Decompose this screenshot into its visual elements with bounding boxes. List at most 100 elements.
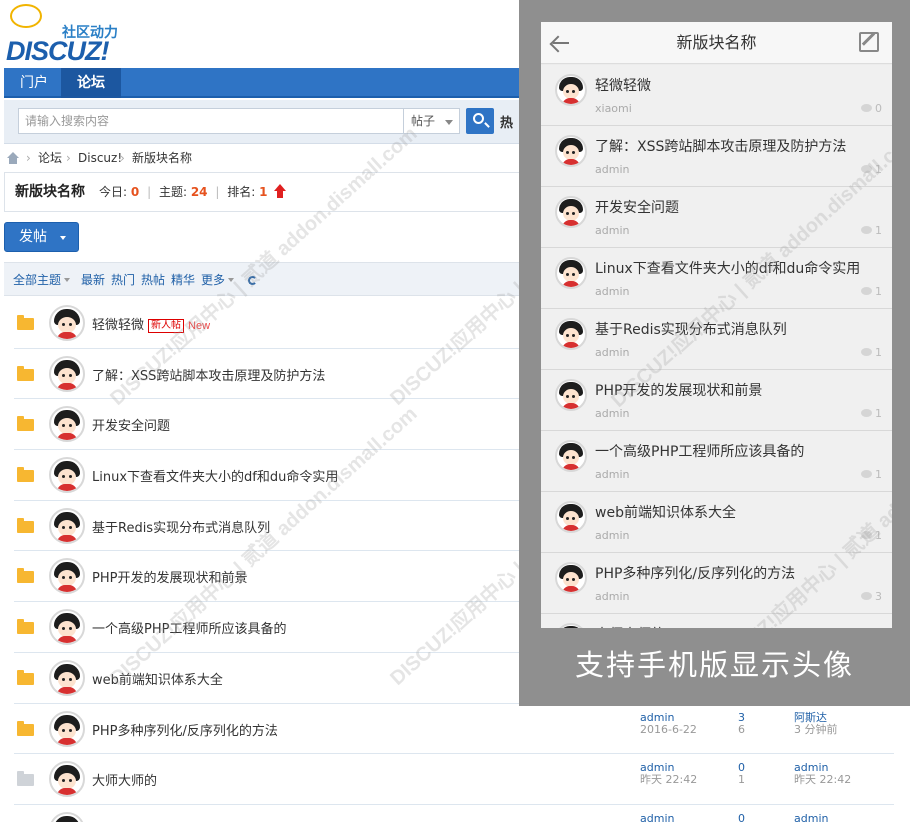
filter-more[interactable]: 更多 <box>201 263 235 297</box>
list-item[interactable]: 开发安全问题 admin 1 <box>541 187 892 248</box>
avatar-shirt <box>562 464 580 470</box>
logo-bubble-icon <box>10 4 42 28</box>
user-avatar[interactable] <box>555 501 587 533</box>
phone-thread-title[interactable]: Linux下查看文件夹大小的df和du命令实用 <box>595 258 860 278</box>
user-avatar[interactable] <box>49 811 85 822</box>
table-row[interactable]: admin 0 admin <box>14 805 894 822</box>
comment-count: 1 <box>861 529 882 542</box>
thread-title[interactable]: 一个高级PHP工程师所应该具备的 <box>92 618 286 637</box>
avatar-eye <box>69 373 72 377</box>
avatar-eye <box>566 456 569 459</box>
thread-title[interactable]: 大师大师的 <box>92 770 157 789</box>
avatar-eye <box>69 677 72 681</box>
author-name[interactable]: admin <box>640 812 674 822</box>
thread-title[interactable]: 了解：XSS跨站脚本攻击原理及防护方法 <box>92 365 325 384</box>
table-row[interactable]: 大师大师的 admin 昨天 22:42 0 1 admin 昨天 22:42 <box>14 754 894 805</box>
edit-icon[interactable] <box>859 32 879 52</box>
thread-last-post: admin 昨天 22:42 <box>794 762 851 786</box>
refresh-icon[interactable] <box>248 276 257 285</box>
comment-count: 1 <box>861 407 882 420</box>
user-avatar[interactable] <box>555 74 587 106</box>
thread-title[interactable]: web前端知识体系大全 <box>92 669 223 688</box>
phone-thread-title[interactable]: 开发安全问题 <box>595 197 679 217</box>
breadcrumb-discuz[interactable]: Discuz! <box>78 148 122 168</box>
thread-title[interactable]: 开发安全问题 <box>92 415 170 434</box>
list-item[interactable]: 轻微轻微 xiaomi 0 <box>541 65 892 126</box>
phone-thread-title[interactable]: PHP开发的发展现状和前景 <box>595 380 762 400</box>
user-avatar[interactable] <box>555 135 587 167</box>
user-avatar[interactable] <box>555 196 587 228</box>
home-icon[interactable] <box>6 152 20 164</box>
thread-title[interactable]: Linux下查看文件夹大小的df和du命令实用 <box>92 466 338 485</box>
avatar-eye <box>62 323 65 326</box>
list-item[interactable]: web前端知识体系大全 admin 1 <box>541 492 892 553</box>
user-avatar[interactable] <box>49 659 85 696</box>
user-avatar[interactable] <box>49 406 85 443</box>
user-avatar[interactable] <box>49 558 85 595</box>
phone-thread-author: admin <box>595 468 630 481</box>
comment-count: 3 <box>861 590 882 603</box>
list-item[interactable]: PHP多种序列化/反序列化的方法 admin 3 <box>541 553 892 614</box>
filter-hot[interactable]: 热门 <box>111 263 135 297</box>
user-avatar[interactable] <box>555 440 587 472</box>
list-item[interactable]: Linux下查看文件夹大小的df和du命令实用 admin 1 <box>541 248 892 309</box>
filter-all-topics[interactable]: 全部主题 <box>13 263 71 297</box>
phone-thread-title[interactable]: 轻微轻微 <box>595 75 651 95</box>
thread-title[interactable]: 基于Redis实现分布式消息队列 <box>92 517 270 536</box>
thread-title[interactable]: PHP开发的发展现状和前景 <box>92 567 247 586</box>
last-post-time: 3 分钟前 <box>794 722 838 736</box>
filter-digest[interactable]: 精华 <box>171 263 195 297</box>
filter-latest[interactable]: 最新 <box>81 263 105 297</box>
user-avatar[interactable] <box>555 318 587 350</box>
comment-count: 1 <box>861 468 882 481</box>
phone-thread-author: admin <box>595 407 630 420</box>
new-post-button[interactable]: 发帖 <box>4 222 79 252</box>
avatar-eye <box>566 517 569 520</box>
avatar-eye <box>69 728 72 732</box>
filter-hot-posts[interactable]: 热帖 <box>141 263 165 297</box>
folder-icon <box>17 669 34 685</box>
nav-portal[interactable]: 门户 <box>4 68 64 98</box>
user-avatar[interactable] <box>49 355 85 392</box>
phone-thread-title[interactable]: 基于Redis实现分布式消息队列 <box>595 319 787 339</box>
user-avatar[interactable] <box>555 257 587 289</box>
thread-title[interactable]: 轻微轻微 新人帖 New <box>92 314 210 333</box>
user-avatar[interactable] <box>49 761 85 798</box>
phone-thread-title[interactable]: 大师大师的 <box>595 624 665 628</box>
phone-thread-title[interactable]: 了解：XSS跨站脚本攻击原理及防护方法 <box>595 136 846 156</box>
search-type-select[interactable]: 帖子 <box>404 108 460 134</box>
back-arrow-icon[interactable] <box>550 34 570 52</box>
search-type-label: 帖子 <box>411 114 436 128</box>
last-post-user[interactable]: admin <box>794 812 828 822</box>
user-avatar[interactable] <box>49 457 85 494</box>
avatar-shirt <box>562 586 580 592</box>
user-avatar[interactable] <box>555 623 587 628</box>
breadcrumb-forum[interactable]: 论坛 <box>38 148 62 168</box>
list-item[interactable]: PHP开发的发展现状和前景 admin 1 <box>541 370 892 431</box>
phone-thread-title[interactable]: 一个高级PHP工程师所应该具备的 <box>595 441 804 461</box>
list-item[interactable]: 大师大师的admin1 <box>541 614 892 628</box>
user-avatar[interactable] <box>49 609 85 646</box>
nav-forum[interactable]: 论坛 <box>61 68 121 98</box>
avatar-shirt <box>57 382 77 390</box>
user-avatar[interactable] <box>555 379 587 411</box>
phone-thread-author: admin <box>595 224 630 237</box>
folder-icon <box>17 467 34 483</box>
list-item[interactable]: 了解：XSS跨站脚本攻击原理及防护方法 admin 1 <box>541 126 892 187</box>
list-item[interactable]: 一个高级PHP工程师所应该具备的 admin 1 <box>541 431 892 492</box>
search-input[interactable]: 请输入搜索内容 <box>18 108 404 134</box>
phone-thread-title[interactable]: web前端知识体系大全 <box>595 502 736 522</box>
list-item[interactable]: 基于Redis实现分布式消息队列 admin 1 <box>541 309 892 370</box>
avatar-eye <box>69 525 72 529</box>
user-avatar[interactable] <box>49 507 85 544</box>
thread-title[interactable]: PHP多种序列化/反序列化的方法 <box>92 720 278 739</box>
user-avatar[interactable] <box>555 562 587 594</box>
discuz-logo[interactable]: 社区动力 DISCUZ! <box>6 4 146 66</box>
search-button[interactable] <box>466 108 494 134</box>
comment-bubble-icon <box>861 287 872 295</box>
user-avatar[interactable] <box>49 305 85 341</box>
table-row[interactable]: PHP多种序列化/反序列化的方法 admin 2016-6-22 3 6 阿斯达 3 分钟前 <box>14 704 894 755</box>
phone-thread-title[interactable]: PHP多种序列化/反序列化的方法 <box>595 563 795 583</box>
avatar-eye <box>572 395 575 398</box>
user-avatar[interactable] <box>49 710 85 747</box>
